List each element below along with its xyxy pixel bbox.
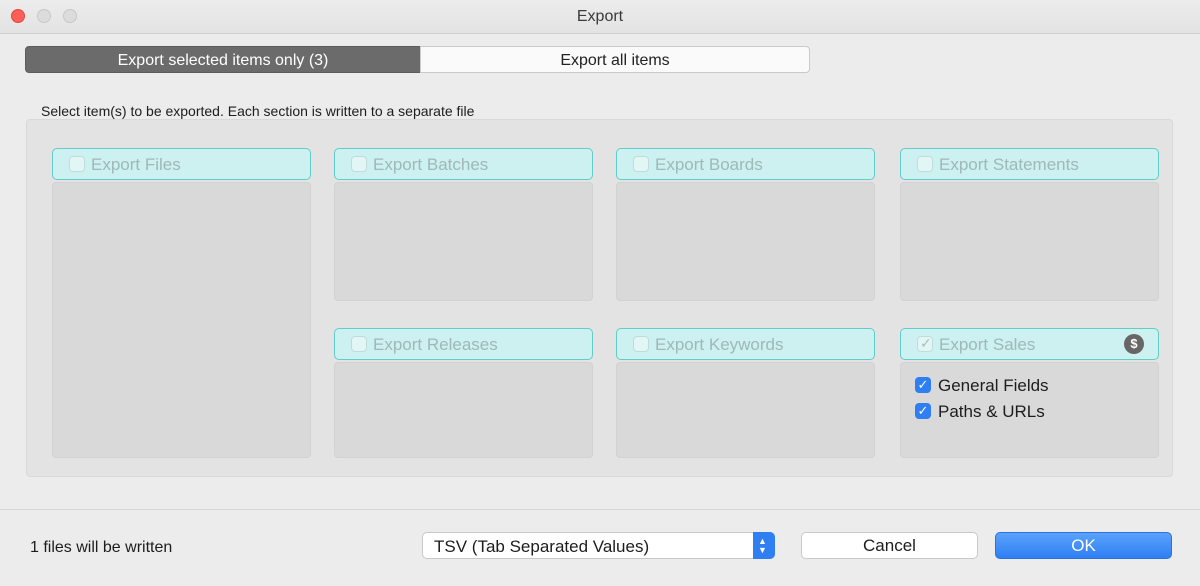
export-boards-checkbox[interactable] xyxy=(633,156,649,172)
footer-divider xyxy=(0,509,1200,510)
files-status: 1 files will be written xyxy=(30,539,173,556)
section-label: Export Releases xyxy=(373,335,498,354)
dollar-icon: $ xyxy=(1124,334,1144,354)
cancel-button[interactable]: Cancel xyxy=(801,532,978,559)
chevron-updown-icon[interactable]: ▲ ▼ xyxy=(753,532,775,559)
section-export-sales[interactable]: ✓ Export Sales $ xyxy=(900,328,1159,360)
section-label: Export Keywords xyxy=(655,335,784,354)
export-batches-list xyxy=(334,182,593,301)
export-releases-list xyxy=(334,362,593,458)
general-fields-checkbox[interactable]: ✓ xyxy=(915,377,931,393)
instruction-text: Select item(s) to be exported. Each sect… xyxy=(41,103,475,119)
section-label: Export Batches xyxy=(373,155,489,174)
format-select[interactable]: TSV (Tab Separated Values) ▲ ▼ xyxy=(422,532,775,559)
section-export-files[interactable]: Export Files xyxy=(52,148,311,180)
export-boards-list xyxy=(616,182,875,301)
paths-urls-checkbox[interactable]: ✓ xyxy=(915,403,931,419)
export-batches-checkbox[interactable] xyxy=(351,156,367,172)
section-label: Export Files xyxy=(91,155,181,174)
export-statements-checkbox[interactable] xyxy=(917,156,933,172)
export-keywords-checkbox[interactable] xyxy=(633,336,649,352)
export-keywords-list xyxy=(616,362,875,458)
tab-export-all[interactable]: Export all items xyxy=(420,46,810,73)
export-sales-checkbox[interactable]: ✓ xyxy=(917,335,933,352)
tab-export-selected[interactable]: Export selected items only (3) xyxy=(25,46,421,73)
window-title: Export xyxy=(576,8,624,25)
checkmark-icon: ✓ xyxy=(920,335,932,351)
section-export-boards[interactable]: Export Boards xyxy=(616,148,875,180)
paths-urls-label: Paths & URLs xyxy=(938,402,1045,421)
export-releases-checkbox[interactable] xyxy=(351,336,367,352)
section-export-statements[interactable]: Export Statements xyxy=(900,148,1159,180)
section-label: Export Sales xyxy=(939,335,1036,354)
export-files-checkbox[interactable] xyxy=(69,156,85,172)
section-label: Export Statements xyxy=(939,155,1079,174)
section-export-releases[interactable]: Export Releases xyxy=(334,328,593,360)
section-label: Export Boards xyxy=(655,155,763,174)
section-export-batches[interactable]: Export Batches xyxy=(334,148,593,180)
export-statements-list xyxy=(900,182,1159,301)
export-files-list xyxy=(52,182,311,458)
section-export-keywords[interactable]: Export Keywords xyxy=(616,328,875,360)
general-fields-label: General Fields xyxy=(938,376,1049,395)
format-select-value: TSV (Tab Separated Values) xyxy=(434,537,650,556)
ok-button[interactable]: OK xyxy=(995,532,1172,559)
